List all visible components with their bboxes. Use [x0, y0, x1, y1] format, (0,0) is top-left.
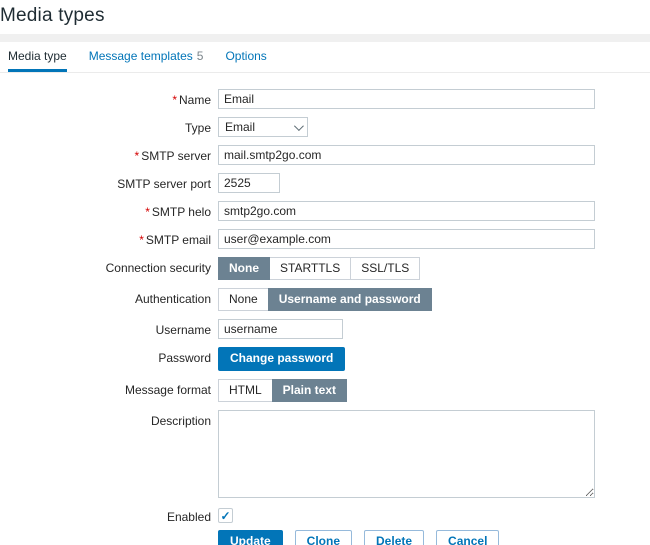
footer-button-row: Update Clone Delete Cancel — [0, 530, 650, 545]
header-divider-band — [0, 34, 650, 42]
tab-options[interactable]: Options — [225, 42, 266, 72]
smtp-port-input[interactable] — [218, 173, 280, 193]
name-row: *Name — [0, 89, 650, 109]
smtp-helo-input[interactable] — [218, 201, 595, 221]
type-select[interactable]: Email — [218, 117, 308, 137]
connection-security-segmented: None STARTTLS SSL/TLS — [218, 257, 420, 280]
change-password-button[interactable]: Change password — [218, 347, 345, 371]
username-input[interactable] — [218, 319, 343, 339]
chevron-down-icon — [294, 121, 304, 131]
smtp-email-input[interactable] — [218, 229, 595, 249]
description-row: Description — [0, 410, 650, 498]
type-row: Type Email — [0, 117, 650, 137]
smtp-port-label: SMTP server port — [0, 173, 218, 191]
page-title: Media types — [0, 0, 650, 27]
smtp-server-input[interactable] — [218, 145, 595, 165]
message-format-label: Message format — [0, 379, 218, 397]
name-input[interactable] — [218, 89, 595, 109]
authentication-label: Authentication — [0, 288, 218, 306]
description-label: Description — [0, 410, 218, 428]
smtp-server-row: *SMTP server — [0, 145, 650, 165]
message-format-option-plain-text[interactable]: Plain text — [272, 379, 347, 402]
smtp-email-label: SMTP email — [146, 233, 211, 247]
authentication-segmented: None Username and password — [218, 288, 432, 311]
smtp-port-row: SMTP server port — [0, 173, 650, 193]
smtp-email-row: *SMTP email — [0, 229, 650, 249]
authentication-option-none[interactable]: None — [218, 288, 269, 311]
required-marker: * — [145, 205, 150, 219]
enabled-row: Enabled ✓ — [0, 506, 650, 524]
connection-security-option-none[interactable]: None — [218, 257, 270, 280]
delete-button[interactable]: Delete — [364, 530, 424, 545]
enabled-label: Enabled — [0, 506, 218, 524]
required-marker: * — [172, 93, 177, 107]
tab-message-templates-count: 5 — [197, 49, 204, 63]
checkmark-icon: ✓ — [220, 510, 230, 522]
cancel-button[interactable]: Cancel — [436, 530, 499, 545]
update-button[interactable]: Update — [218, 530, 283, 545]
message-format-option-html[interactable]: HTML — [218, 379, 273, 402]
name-label: Name — [179, 93, 211, 107]
tab-options-label: Options — [225, 49, 266, 63]
message-format-row: Message format HTML Plain text — [0, 379, 650, 402]
tab-media-type[interactable]: Media type — [8, 42, 67, 72]
media-type-form: *Name Type Email *SMTP server SMTP serve… — [0, 89, 650, 545]
message-format-segmented: HTML Plain text — [218, 379, 347, 402]
username-row: Username — [0, 319, 650, 339]
connection-security-label: Connection security — [0, 257, 218, 275]
connection-security-row: Connection security None STARTTLS SSL/TL… — [0, 257, 650, 280]
authentication-row: Authentication None Username and passwor… — [0, 288, 650, 311]
required-marker: * — [135, 149, 140, 163]
description-textarea[interactable] — [218, 410, 595, 498]
smtp-helo-label: SMTP helo — [152, 205, 211, 219]
tab-message-templates-label: Message templates — [89, 49, 193, 63]
tab-media-type-label: Media type — [8, 49, 67, 63]
type-select-value: Email — [225, 120, 255, 134]
smtp-server-label: SMTP server — [141, 149, 211, 163]
tab-bar: Media type Message templates 5 Options — [0, 42, 650, 73]
connection-security-option-ssltls[interactable]: SSL/TLS — [350, 257, 420, 280]
tab-message-templates[interactable]: Message templates 5 — [89, 42, 204, 72]
password-row: Password Change password — [0, 347, 650, 371]
connection-security-option-starttls[interactable]: STARTTLS — [269, 257, 351, 280]
username-label: Username — [0, 319, 218, 337]
smtp-helo-row: *SMTP helo — [0, 201, 650, 221]
authentication-option-username-password[interactable]: Username and password — [268, 288, 432, 311]
required-marker: * — [139, 233, 144, 247]
clone-button[interactable]: Clone — [295, 530, 352, 545]
enabled-checkbox[interactable]: ✓ — [218, 508, 233, 523]
password-label: Password — [0, 347, 218, 365]
type-label: Type — [0, 117, 218, 135]
